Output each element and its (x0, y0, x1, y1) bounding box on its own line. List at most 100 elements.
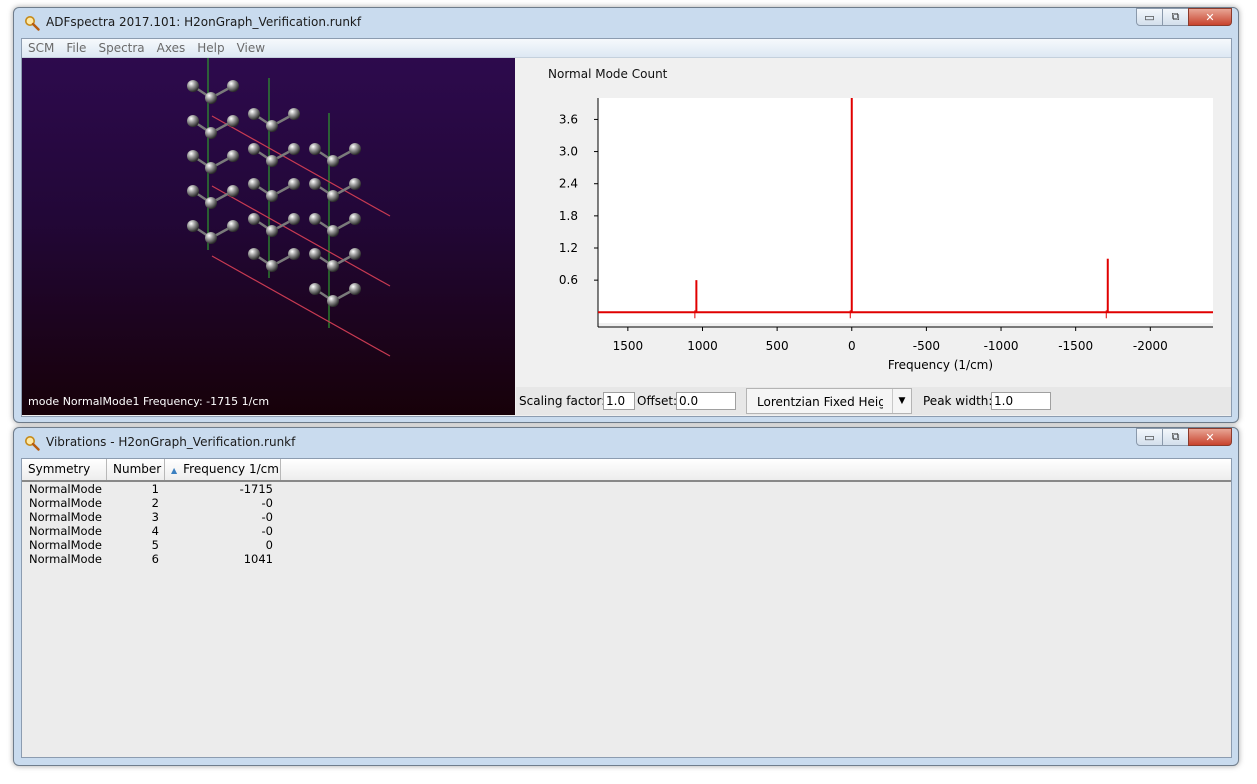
cell-symmetry: NormalMode (29, 552, 102, 566)
atom (327, 155, 339, 167)
cell-symmetry: NormalMode (29, 524, 102, 538)
atom (266, 155, 278, 167)
x-tick-label: 0 (848, 339, 856, 353)
restore-button[interactable]: ⧉ (1162, 428, 1189, 446)
menu-scm[interactable]: SCM (22, 41, 60, 55)
menu-help[interactable]: Help (191, 41, 230, 55)
menu-view[interactable]: View (231, 41, 271, 55)
x-tick-label: 1000 (687, 339, 718, 353)
atom (205, 232, 217, 244)
restore-button[interactable]: ⧉ (1162, 8, 1189, 26)
cell-frequency: -0 (261, 524, 273, 538)
atom (266, 190, 278, 202)
x-axis-label: Frequency (1/cm) (888, 358, 993, 372)
cell-symmetry: NormalMode (29, 482, 102, 496)
cell-number: 5 (151, 538, 159, 552)
atom (227, 115, 239, 127)
spectrum-chart[interactable]: 0.6 1.2 1.8 2.4 3.0 3.6 1500 1000 500 0 -500 -1000 -… (516, 58, 1231, 387)
column-symmetry[interactable]: Symmetry (22, 459, 107, 480)
atom (309, 178, 321, 190)
app-magnifier-icon (25, 16, 40, 31)
cell-symmetry: NormalMode (29, 496, 102, 510)
menu-file[interactable]: File (60, 41, 92, 55)
close-button[interactable]: ✕ (1188, 428, 1232, 446)
x-tick-label: -1500 (1058, 339, 1093, 353)
atom (187, 80, 199, 92)
vibrations-table: Symmetry Number ▲ Frequency 1/cm NormalMo… (22, 459, 1231, 757)
molecule-viewer[interactable]: mode NormalMode1 Frequency: -1715 1/cm (22, 58, 515, 415)
menu-axes[interactable]: Axes (151, 41, 192, 55)
main-window-controls: ▭ ⧉ ✕ (1136, 8, 1232, 26)
atom (227, 80, 239, 92)
cell-frequency: -0 (261, 510, 273, 524)
atom (266, 260, 278, 272)
main-window: ADFspectra 2017.101: H2onGraph_Verificat… (13, 7, 1239, 423)
atom (349, 248, 361, 260)
scaling-factor-label: Scaling factor: (519, 394, 606, 408)
atom (288, 248, 300, 260)
y-tick-label: 2.4 (559, 177, 578, 191)
atom (349, 143, 361, 155)
vibrations-titlebar[interactable]: Vibrations - H2onGraph_Verification.runk… (14, 428, 1238, 458)
x-tick-label: 500 (766, 339, 789, 353)
atom (205, 197, 217, 209)
atom (248, 178, 260, 190)
y-tick-label: 1.8 (559, 209, 578, 223)
spectrum-panel: Normal Mode Count 0.6 1.2 1.8 2.4 3.0 3.6 1500… (516, 58, 1231, 387)
vibrations-client-area: Symmetry Number ▲ Frequency 1/cm NormalMo… (21, 458, 1232, 758)
menu-bar: SCM File Spectra Axes Help View (22, 39, 1231, 58)
cell-number: 6 (151, 552, 159, 566)
atom (309, 143, 321, 155)
atom (327, 295, 339, 307)
app-magnifier-icon (25, 436, 40, 451)
cell-number: 4 (151, 524, 159, 538)
offset-input[interactable]: 0.0 (676, 392, 736, 410)
atom (187, 115, 199, 127)
molecule-structure (187, 58, 391, 357)
x-tick-label: -1000 (984, 339, 1019, 353)
atom (227, 185, 239, 197)
peak-width-input[interactable]: 1.0 (991, 392, 1051, 410)
peak-width-label: Peak width: (923, 394, 993, 408)
scaling-factor-input[interactable]: 1.0 (603, 392, 635, 410)
vibrations-window-controls: ▭ ⧉ ✕ (1136, 428, 1232, 446)
menu-spectra[interactable]: Spectra (92, 41, 150, 55)
table-header: Symmetry Number ▲ Frequency 1/cm (22, 459, 1231, 482)
atom (205, 92, 217, 104)
close-button[interactable]: ✕ (1188, 8, 1232, 26)
y-tick-label: 1.2 (559, 241, 578, 255)
vibrations-window: Vibrations - H2onGraph_Verification.runk… (13, 427, 1239, 766)
atom (309, 248, 321, 260)
atom (288, 108, 300, 120)
atom (187, 185, 199, 197)
chart-title: Normal Mode Count (548, 67, 668, 81)
x-tick-label: 1500 (613, 339, 644, 353)
atom (288, 213, 300, 225)
atom (309, 283, 321, 295)
atom (349, 178, 361, 190)
vibrations-window-title: Vibrations - H2onGraph_Verification.runk… (46, 435, 296, 449)
chevron-down-icon[interactable]: ▼ (892, 389, 911, 413)
atom (349, 283, 361, 295)
atom (187, 150, 199, 162)
cell-symmetry: NormalMode (29, 510, 102, 524)
main-titlebar[interactable]: ADFspectra 2017.101: H2onGraph_Verificat… (14, 8, 1238, 38)
cell-number: 1 (151, 482, 159, 496)
sort-ascending-icon: ▲ (171, 466, 178, 475)
atom (248, 213, 260, 225)
main-client-area: SCM File Spectra Axes Help View mode Nor… (21, 38, 1232, 417)
atom (266, 120, 278, 132)
y-tick-label: 0.6 (559, 273, 578, 287)
atom (248, 108, 260, 120)
minimize-button[interactable]: ▭ (1136, 8, 1163, 26)
lineshape-select[interactable]: Lorentzian Fixed Heigh ▼ (746, 388, 912, 414)
minimize-button[interactable]: ▭ (1136, 428, 1163, 446)
column-number[interactable]: Number (107, 459, 165, 480)
column-frequency[interactable]: ▲ Frequency 1/cm (165, 459, 281, 480)
atom (248, 248, 260, 260)
x-tick-label: -500 (913, 339, 940, 353)
cell-number: 2 (151, 496, 159, 510)
spectrum-controls-bar: Scaling factor: 1.0 Offset: 0.0 Lorentzi… (516, 387, 1231, 415)
atom (327, 260, 339, 272)
atom (248, 143, 260, 155)
